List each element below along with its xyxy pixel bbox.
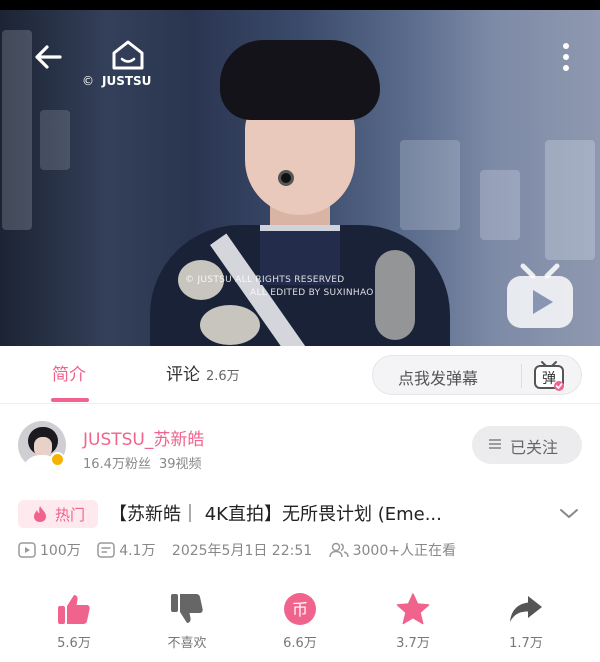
favorite-count: 3.7万 bbox=[396, 636, 430, 651]
coin-count: 6.6万 bbox=[283, 636, 317, 651]
play-count-icon bbox=[18, 542, 36, 558]
channel-brand: © JUSTSU bbox=[82, 74, 151, 88]
danmaku-placeholder: 点我发弹幕 bbox=[398, 369, 479, 388]
danmaku-count-value: 4.1万 bbox=[119, 543, 156, 559]
video-player[interactable]: © JUSTSU ALL RIGHTS RESERVED ALL EDITED … bbox=[0, 10, 600, 346]
active-tab-indicator bbox=[51, 398, 89, 402]
share-count: 1.7万 bbox=[509, 636, 543, 651]
video-title: 【苏新皓｜ 4K直拍】无所畏计划 (Eme... bbox=[109, 504, 442, 525]
brand-name: JUSTSU bbox=[102, 74, 152, 88]
viewers-value: 3000+人正在看 bbox=[352, 543, 456, 559]
chevron-down-icon[interactable] bbox=[558, 504, 580, 522]
thumbs-down-icon bbox=[171, 594, 203, 623]
uploader-name[interactable]: JUSTSU_苏新皓 bbox=[83, 425, 204, 450]
home-icon bbox=[112, 40, 144, 70]
publish-date: 2025年5月1日 22:51 bbox=[171, 543, 313, 559]
danmaku-count-icon bbox=[97, 542, 115, 558]
menu-icon bbox=[489, 439, 501, 449]
fans-count: 16.4万粉丝 bbox=[83, 457, 151, 472]
viewers: 3000+人正在看 bbox=[328, 540, 456, 560]
coin-button[interactable]: 币 6.6万 bbox=[250, 592, 350, 658]
performer-figure bbox=[150, 30, 450, 346]
watermark-line1: © JUSTSU ALL RIGHTS RESERVED bbox=[185, 275, 345, 285]
videos-count: 39视频 bbox=[158, 457, 202, 472]
coin-icon: 币 bbox=[284, 593, 316, 625]
video-title-row: 热门 【苏新皓｜ 4K直拍】无所畏计划 (Eme... bbox=[18, 498, 588, 530]
back-arrow-icon[interactable] bbox=[28, 38, 68, 78]
status-bar bbox=[0, 0, 600, 10]
dislike-label: 不喜欢 bbox=[167, 636, 207, 651]
video-meta: 100万 4.1万 2025年5月1日 22:51 3000+人正在看 bbox=[18, 540, 468, 560]
flame-icon bbox=[34, 506, 46, 522]
danmaku-input[interactable]: 点我发弹幕 弹 bbox=[372, 355, 582, 395]
action-bar: 5.6万 不喜欢 币 6.6万 3.7万 1.7万 bbox=[0, 592, 600, 662]
more-vertical-icon[interactable] bbox=[556, 40, 576, 74]
share-icon bbox=[510, 596, 542, 622]
tab-intro[interactable]: 简介 bbox=[52, 360, 86, 385]
danmaku-toggle-icon[interactable]: 弹 bbox=[533, 360, 565, 392]
star-icon bbox=[396, 593, 430, 625]
copyright-mark: © bbox=[82, 74, 94, 88]
danmaku-count: 4.1万 bbox=[97, 540, 155, 560]
tab-comments-label: 评论 bbox=[166, 365, 200, 385]
play-count-value: 100万 bbox=[40, 543, 81, 559]
hot-badge[interactable]: 热门 bbox=[18, 500, 98, 528]
background-light bbox=[545, 140, 595, 260]
svg-text:币: 币 bbox=[292, 600, 308, 619]
comments-count: 2.6万 bbox=[206, 369, 240, 384]
share-button[interactable]: 1.7万 bbox=[476, 592, 576, 658]
tab-comments[interactable]: 评论 2.6万 bbox=[166, 360, 240, 385]
hot-label: 热门 bbox=[55, 506, 86, 524]
like-button[interactable]: 5.6万 bbox=[24, 592, 124, 658]
tv-logo-icon bbox=[507, 263, 573, 328]
verified-badge-icon bbox=[50, 452, 65, 467]
danmaku-divider bbox=[521, 364, 522, 388]
uploader-stats: 16.4万粉丝 39视频 bbox=[83, 453, 210, 472]
background-light bbox=[40, 110, 70, 170]
favorite-button[interactable]: 3.7万 bbox=[363, 592, 463, 658]
background-light bbox=[480, 170, 520, 240]
follow-button[interactable]: 已关注 bbox=[472, 426, 582, 464]
follow-label: 已关注 bbox=[510, 438, 559, 457]
thumbs-up-icon bbox=[58, 595, 90, 624]
dislike-button[interactable]: 不喜欢 bbox=[137, 592, 237, 658]
watermark-line2: ALL EDITED BY SUXINHAO bbox=[250, 288, 374, 298]
like-count: 5.6万 bbox=[57, 636, 91, 651]
play-count: 100万 bbox=[18, 540, 81, 560]
svg-text:弹: 弹 bbox=[542, 371, 556, 387]
viewers-icon bbox=[328, 542, 349, 558]
